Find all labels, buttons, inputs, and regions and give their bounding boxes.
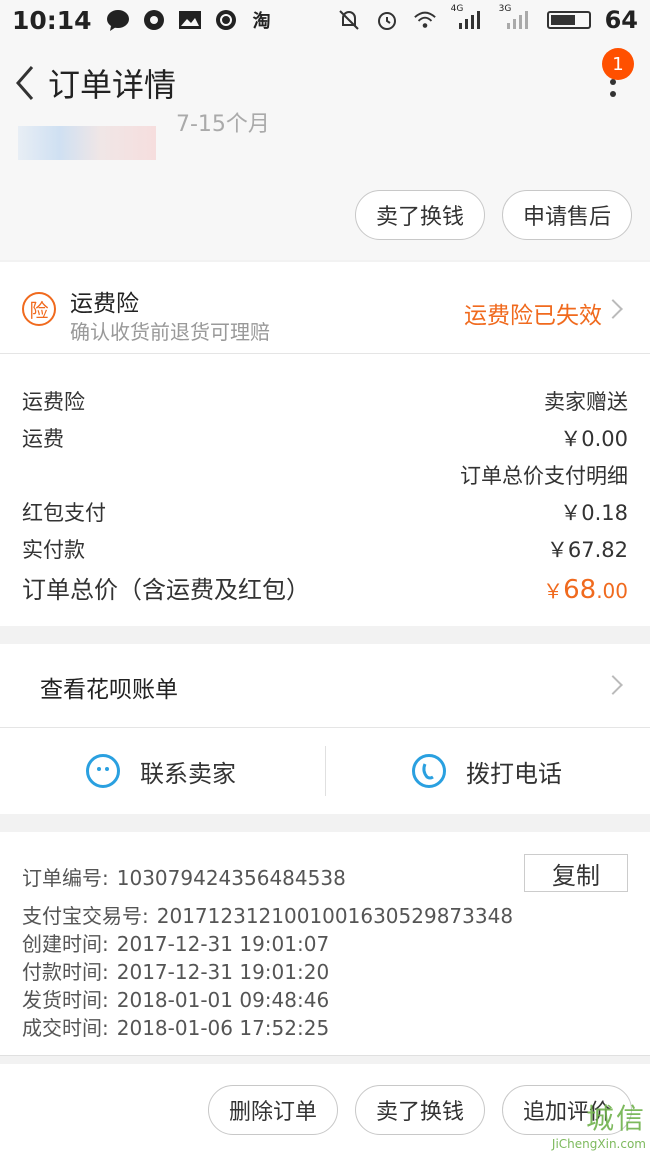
aperture-icon bbox=[214, 8, 238, 32]
insurance-status: 运费险已失效 bbox=[464, 303, 602, 329]
info-row-order-number: 订单编号: 103079424356484538 bbox=[22, 862, 346, 891]
more-dot bbox=[610, 79, 616, 85]
battery-level: 64 bbox=[604, 6, 638, 34]
insurance-title: 运费险 bbox=[70, 291, 139, 317]
cost-row: 实付款 ￥67.82 bbox=[22, 534, 628, 564]
cost-row: 红包支付 ￥0.18 bbox=[22, 497, 628, 527]
signal-4g-icon: 4G bbox=[451, 4, 485, 32]
cost-value: ￥0.18 bbox=[560, 501, 628, 525]
info-value: 2017-12-31 19:01:07 bbox=[116, 932, 330, 956]
info-row-completed: 成交时间: 2018-01-06 17:52:25 bbox=[22, 1012, 329, 1041]
app-circle-icon bbox=[142, 8, 166, 32]
chat-icon bbox=[106, 8, 130, 32]
info-row-shipped: 发货时间: 2018-01-01 09:48:46 bbox=[22, 984, 329, 1013]
sell-for-cash-button[interactable]: 卖了换钱 bbox=[355, 1085, 485, 1135]
contact-seller-button[interactable]: 联系卖家 bbox=[86, 728, 236, 814]
product-spec: 7-15个月 bbox=[176, 112, 270, 137]
wifi-icon bbox=[413, 8, 437, 32]
watermark-main: 城信 bbox=[585, 1102, 646, 1135]
info-value: 2018-01-01 09:48:46 bbox=[116, 988, 330, 1012]
signal-3g-icon: 3G bbox=[499, 4, 533, 32]
more-dot bbox=[610, 91, 616, 97]
bottom-action-bar: 删除订单 卖了换钱 追加评价 城信 JiChengXin.com bbox=[0, 1064, 650, 1155]
cost-label: 红包支付 bbox=[22, 501, 106, 525]
info-key: 支付宝交易号: bbox=[22, 904, 149, 928]
call-phone-label: 拨打电话 bbox=[466, 759, 562, 788]
total-label: 订单总价（含运费及红包） bbox=[22, 576, 310, 604]
info-value: 2017123121001001630529873348 bbox=[156, 904, 514, 928]
info-key: 付款时间: bbox=[22, 960, 109, 984]
chevron-right-icon bbox=[603, 675, 623, 695]
info-value: 2018-01-06 17:52:25 bbox=[116, 1016, 330, 1040]
call-phone-button[interactable]: 拨打电话 bbox=[412, 728, 562, 814]
total-row: 订单总价（含运费及红包） ￥68.00 bbox=[22, 570, 628, 605]
info-row-paid: 付款时间: 2017-12-31 19:01:20 bbox=[22, 956, 329, 985]
huabei-label: 查看花呗账单 bbox=[40, 677, 178, 703]
contact-seller-label: 联系卖家 bbox=[140, 759, 236, 788]
info-row-alipay-trade: 支付宝交易号: 2017123121001001630529873348 bbox=[22, 900, 513, 929]
alarm-icon bbox=[375, 8, 399, 32]
insurance-icon: 险 bbox=[22, 292, 56, 326]
info-row-created: 创建时间: 2017-12-31 19:01:07 bbox=[22, 928, 329, 957]
total-integer: 68 bbox=[563, 575, 597, 605]
cost-row: 运费 ￥0.00 bbox=[22, 423, 628, 453]
watermark: 城信 JiChengXin.com bbox=[552, 1097, 646, 1151]
mute-icon bbox=[337, 8, 361, 32]
cost-label: 运费 bbox=[22, 427, 64, 451]
product-section: 7-15个月 卖了换钱 申请售后 bbox=[0, 114, 650, 260]
divider bbox=[325, 746, 326, 796]
chevron-right-icon bbox=[603, 299, 623, 319]
huabei-bill-row[interactable]: 查看花呗账单 bbox=[0, 644, 650, 728]
info-value: 2017-12-31 19:01:20 bbox=[116, 960, 330, 984]
total-decimal: .00 bbox=[596, 579, 628, 603]
phone-icon bbox=[412, 754, 446, 788]
info-key: 发货时间: bbox=[22, 988, 109, 1012]
delete-order-button[interactable]: 删除订单 bbox=[208, 1085, 338, 1135]
chat-smile-icon bbox=[86, 754, 120, 788]
cost-value: ￥0.00 bbox=[560, 427, 628, 451]
total-currency: ￥ bbox=[543, 579, 564, 603]
notification-badge: 1 bbox=[602, 48, 634, 80]
watermark-url: JiChengXin.com bbox=[551, 1137, 646, 1151]
payment-detail-link[interactable]: 订单总价支付明细 bbox=[460, 460, 628, 490]
page-title: 订单详情 bbox=[48, 66, 177, 104]
cost-value: 卖家赠送 bbox=[544, 390, 628, 414]
cost-value: ￥67.82 bbox=[546, 538, 628, 562]
info-key: 成交时间: bbox=[22, 1016, 109, 1040]
shipping-insurance-row[interactable]: 险 运费险 确认收货前退货可理赔 运费险已失效 bbox=[0, 262, 650, 354]
cost-row: 订单总价支付明细 bbox=[22, 460, 628, 490]
product-thumbnail[interactable] bbox=[18, 126, 156, 160]
taobao-icon: 淘 bbox=[252, 11, 271, 32]
total-value: ￥68.00 bbox=[543, 575, 628, 605]
cost-label: 运费险 bbox=[22, 390, 85, 414]
back-button[interactable] bbox=[8, 58, 42, 108]
insurance-subtitle: 确认收货前退货可理赔 bbox=[70, 320, 270, 344]
info-key: 创建时间: bbox=[22, 932, 109, 956]
order-info-section: 订单编号: 103079424356484538 复制 支付宝交易号: 201712… bbox=[0, 832, 650, 1056]
nav-bar: 订单详情 1 bbox=[0, 40, 650, 126]
cost-label: 实付款 bbox=[22, 538, 85, 562]
info-key: 订单编号: bbox=[22, 866, 109, 890]
chevron-left-icon bbox=[16, 66, 34, 100]
after-sale-button[interactable]: 申请售后 bbox=[502, 190, 632, 240]
image-icon bbox=[178, 8, 202, 32]
status-bar: 10:14 淘 4G 3G 64 bbox=[0, 0, 650, 40]
info-value: 103079424356484538 bbox=[116, 866, 346, 890]
status-time: 10:14 bbox=[12, 5, 92, 35]
sell-for-cash-button[interactable]: 卖了换钱 bbox=[355, 190, 485, 240]
contact-bar: 联系卖家 拨打电话 bbox=[0, 728, 650, 814]
battery-icon bbox=[546, 11, 591, 29]
copy-button[interactable]: 复制 bbox=[524, 854, 628, 892]
cost-row: 运费险 卖家赠送 bbox=[22, 386, 628, 416]
cost-breakdown: 运费险 卖家赠送 运费 ￥0.00 订单总价支付明细 红包支付 ￥0.18 实付… bbox=[0, 354, 650, 626]
